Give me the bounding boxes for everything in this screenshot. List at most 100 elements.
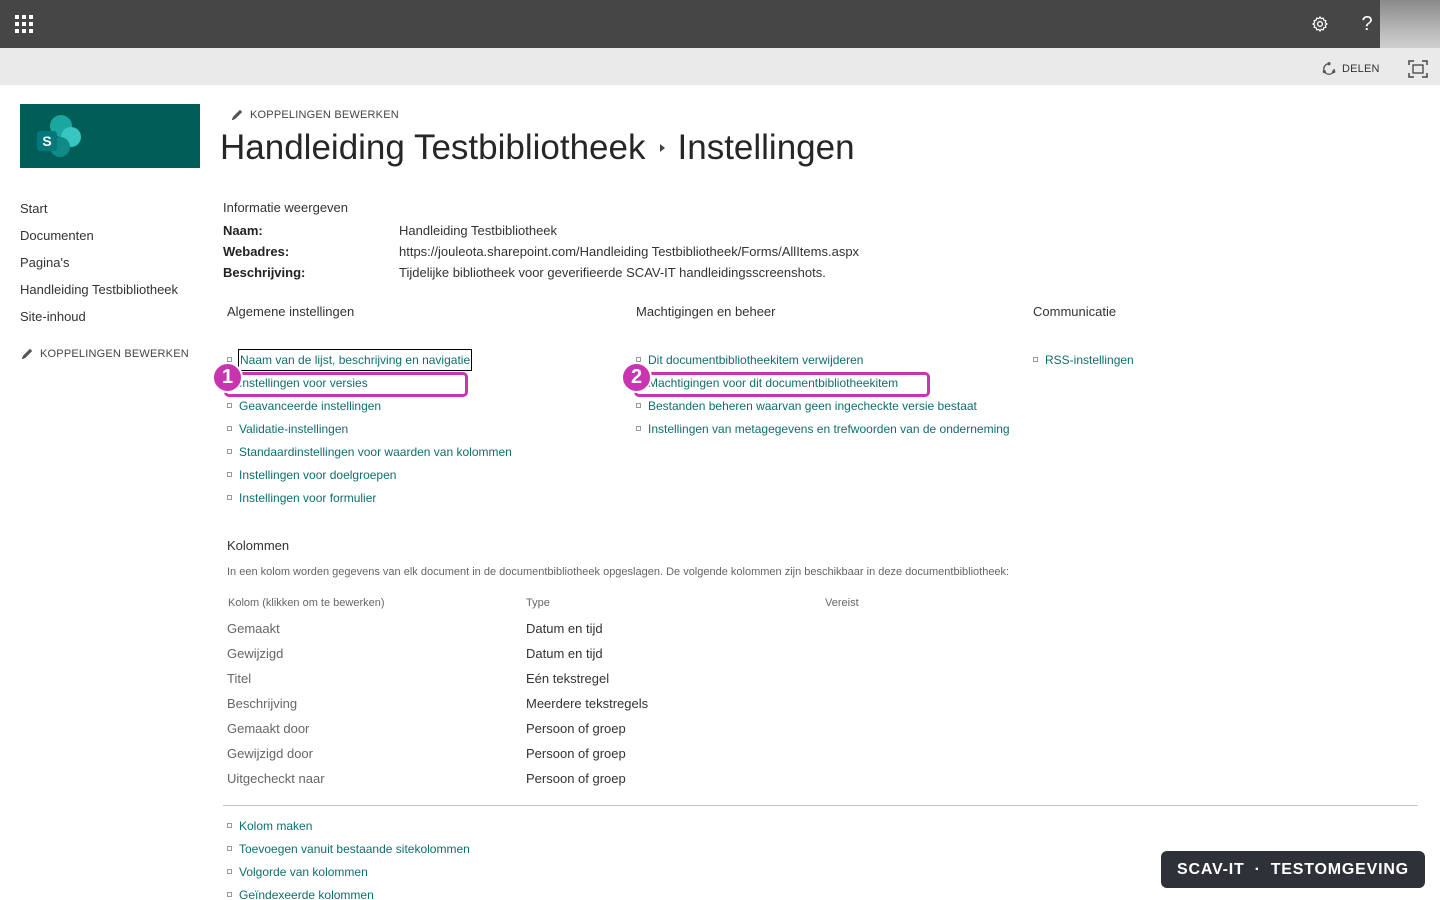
share-button[interactable]: DELEN	[1322, 62, 1380, 76]
link-validation-settings[interactable]: Validatie-instellingen	[239, 419, 348, 439]
waffle-icon	[15, 15, 33, 33]
app-launcher-button[interactable]	[0, 0, 48, 48]
command-bar: DELEN	[0, 48, 1440, 85]
table-row: Gewijzigd door Persoon of groep	[227, 746, 1127, 771]
breadcrumb-separator-icon	[659, 144, 665, 152]
link-rss-settings[interactable]: RSS-instellingen	[1045, 350, 1134, 370]
bullet-icon	[636, 403, 641, 408]
bullet-icon	[227, 449, 232, 454]
link-column-order[interactable]: Volgorde van kolommen	[239, 862, 368, 882]
info-name-label: Naam:	[223, 223, 263, 238]
step-badge-2: 2	[621, 362, 652, 393]
bullet-icon	[227, 892, 232, 897]
section-permissions: Machtigingen en beheer Dit documentbibli…	[636, 302, 1010, 436]
column-name-link[interactable]: Beschrijving	[227, 696, 297, 711]
environment-badge: SCAV-IT · TESTOMGEVING	[1161, 851, 1425, 888]
breadcrumb-library[interactable]: Handleiding Testbibliotheek	[220, 128, 646, 168]
column-type: Persoon of groep	[526, 771, 626, 786]
settings-button[interactable]	[1302, 8, 1338, 40]
environment-badge-org: SCAV-IT	[1177, 860, 1245, 878]
info-description-value: Tijdelijke bibliotheek voor geverifieerd…	[399, 265, 826, 280]
link-manage-files-no-checkin[interactable]: Bestanden beheren waarvan geen ingecheck…	[648, 396, 977, 416]
page-title: Handleiding Testbibliotheek Instellingen	[220, 128, 855, 168]
breadcrumb-current-page: Instellingen	[677, 128, 855, 167]
section-communication: Communicatie RSS-instellingen	[1033, 302, 1134, 367]
column-type: Persoon of groep	[526, 721, 626, 736]
link-column-default-values[interactable]: Standaardinstellingen voor waarden van k…	[239, 442, 512, 462]
column-type: Datum en tijd	[526, 621, 603, 636]
pencil-icon	[22, 348, 33, 359]
nav-item-documenten[interactable]: Documenten	[20, 225, 210, 252]
link-indexed-columns[interactable]: Geïndexeerde kolommen	[239, 885, 374, 900]
column-header-required: Vereist	[825, 597, 859, 609]
column-type: Meerdere tekstregels	[526, 696, 649, 711]
column-type: Eén tekstregel	[526, 671, 610, 686]
section-title-general: Algemene instellingen	[227, 304, 355, 319]
columns-description: In een kolom worden gegevens van elk doc…	[227, 566, 1010, 578]
help-button[interactable]: ?	[1350, 8, 1384, 40]
section-title-permissions: Machtigingen en beheer	[636, 304, 776, 319]
bullet-icon	[227, 823, 232, 828]
step-badge-1: 1	[212, 362, 243, 393]
info-description-label: Beschrijving:	[223, 265, 306, 280]
share-icon	[1322, 62, 1336, 75]
bullet-icon	[227, 869, 232, 874]
header-edit-links-button[interactable]: KOPPELINGEN BEWERKEN	[230, 108, 399, 122]
table-row: Titel Eén tekstregel	[227, 671, 1127, 696]
gear-icon	[1312, 16, 1328, 32]
table-row: Beschrijving Meerdere tekstregels	[227, 696, 1127, 721]
info-url-label: Webadres:	[223, 244, 290, 259]
link-create-column[interactable]: Kolom maken	[239, 816, 312, 836]
pencil-icon	[232, 109, 243, 120]
svg-text:S: S	[42, 133, 51, 149]
site-logo[interactable]: S	[20, 104, 200, 168]
column-name-link[interactable]: Gemaakt	[227, 621, 280, 636]
columns-heading: Kolommen	[227, 538, 290, 553]
info-name-value: Handleiding Testbibliotheek	[399, 223, 558, 238]
focus-mode-icon	[1408, 60, 1428, 78]
link-delete-library[interactable]: Dit documentbibliotheekitem verwijderen	[648, 350, 863, 370]
link-advanced-settings[interactable]: Geavanceerde instellingen	[239, 396, 381, 416]
link-audience-targeting[interactable]: Instellingen voor doelgroepen	[239, 465, 396, 485]
bullet-icon	[227, 472, 232, 477]
column-type: Datum en tijd	[526, 646, 603, 661]
link-list-name-description[interactable]: Naam van de lijst, beschrijving en navig…	[237, 349, 473, 371]
info-url-value: https://jouleota.sharepoint.com/Handleid…	[399, 244, 860, 259]
nav-item-handleiding-testbibliotheek[interactable]: Handleiding Testbibliotheek	[20, 279, 210, 306]
left-navigation: Start Documenten Pagina's Handleiding Te…	[20, 198, 210, 361]
table-row: Gewijzigd Datum en tijd	[227, 646, 1127, 671]
column-name-link[interactable]: Uitgecheckt naar	[227, 771, 325, 786]
column-name-link[interactable]: Gewijzigd door	[227, 746, 313, 761]
nav-edit-links-button[interactable]: KOPPELINGEN BEWERKEN	[20, 347, 210, 361]
bullet-icon	[1033, 357, 1038, 362]
link-library-permissions[interactable]: Machtigingen voor dit documentbibliothee…	[648, 373, 898, 393]
section-title-communication: Communicatie	[1033, 304, 1117, 319]
environment-badge-separator: ·	[1254, 860, 1261, 878]
header-edit-links-label: KOPPELINGEN BEWERKEN	[250, 109, 399, 121]
link-versioning-settings[interactable]: Instellingen voor versies	[239, 373, 368, 393]
nav-item-paginas[interactable]: Pagina's	[20, 252, 210, 279]
nav-item-site-inhoud[interactable]: Site-inhoud	[20, 306, 210, 333]
nav-edit-links-label: KOPPELINGEN BEWERKEN	[40, 348, 189, 360]
focus-mode-button[interactable]	[1408, 60, 1428, 78]
link-add-site-columns[interactable]: Toevoegen vanuit bestaande sitekolommen	[239, 839, 470, 859]
nav-item-start[interactable]: Start	[20, 198, 210, 225]
link-metadata-keyword-settings[interactable]: Instellingen van metagegevens en trefwoo…	[648, 419, 1010, 439]
column-name-link[interactable]: Titel	[227, 671, 251, 686]
bullet-icon	[227, 403, 232, 408]
suite-bar: ?	[0, 0, 1440, 56]
column-name-link[interactable]: Gemaakt door	[227, 721, 309, 736]
environment-badge-label: TESTOMGEVING	[1270, 860, 1409, 878]
sharepoint-logo-icon: S	[37, 115, 81, 157]
columns-divider	[223, 805, 1418, 806]
column-name-link[interactable]: Gewijzigd	[227, 646, 283, 661]
table-row: Uitgecheckt naar Persoon of groep	[227, 771, 1127, 796]
bullet-icon	[227, 846, 232, 851]
table-row: Gemaakt Datum en tijd	[227, 621, 1127, 646]
bullet-icon	[636, 426, 641, 431]
column-header-name: Kolom (klikken om te bewerken)	[228, 597, 385, 609]
bullet-icon	[227, 495, 232, 500]
link-form-settings[interactable]: Instellingen voor formulier	[239, 488, 376, 508]
bullet-icon	[227, 426, 232, 431]
column-header-type: Type	[526, 597, 550, 609]
